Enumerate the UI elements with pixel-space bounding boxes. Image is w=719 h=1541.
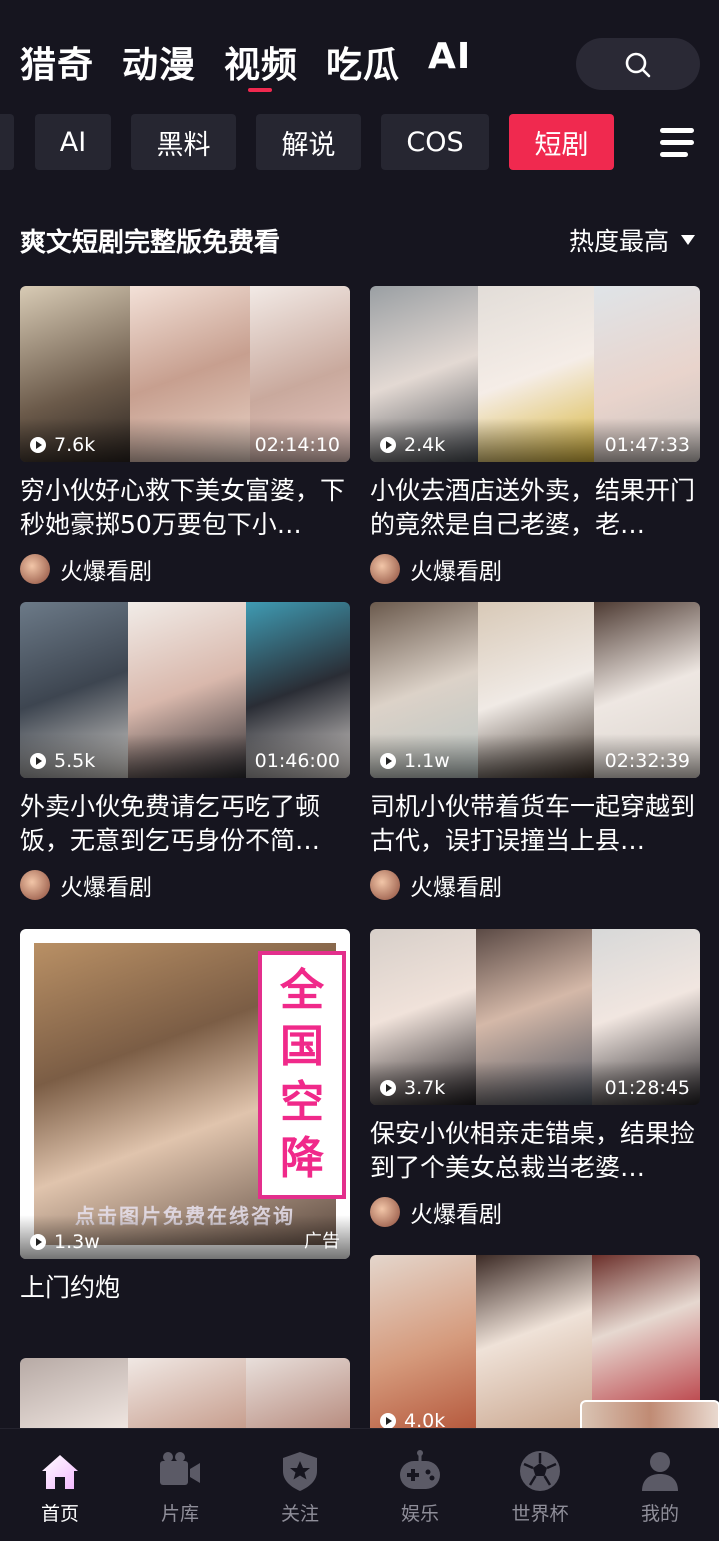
author-row[interactable]: 火爆看剧 xyxy=(20,868,350,902)
video-card[interactable]: 3.7k 01:28:45 保安小伙相亲走错桌，结果捡到了个美女总裁当老婆… 火… xyxy=(370,929,700,1229)
author-row[interactable]: 火爆看剧 xyxy=(370,1195,700,1229)
view-count: 2.4k xyxy=(380,434,445,456)
avatar xyxy=(370,554,400,584)
tab-lieqi[interactable]: 猎奇 xyxy=(20,36,94,88)
section-title: 爽文短剧完整版免费看 xyxy=(20,228,281,258)
video-duration: 02:32:39 xyxy=(604,750,690,772)
view-count: 5.5k xyxy=(30,750,95,772)
shield-star-icon xyxy=(283,1452,317,1491)
ad-label: 广告 xyxy=(304,1231,340,1252)
nav-world-cup[interactable]: 世界杯 xyxy=(480,1429,600,1541)
view-count: 3.7k xyxy=(380,1077,445,1099)
nav-follow[interactable]: 关注 xyxy=(240,1429,360,1541)
nav-library[interactable]: 片库 xyxy=(120,1429,240,1541)
tab-chigua[interactable]: 吃瓜 xyxy=(326,36,400,88)
video-card[interactable]: 2.4k 01:47:33 小伙去酒店送外卖，结果开门的竟然是自己老婆，老… 火… xyxy=(370,286,700,586)
video-thumbnail[interactable] xyxy=(20,1358,350,1428)
active-tab-indicator xyxy=(248,88,272,92)
tab-shipin[interactable]: 视频 xyxy=(224,36,298,88)
tab-dongman[interactable]: 动漫 xyxy=(122,36,196,88)
play-icon xyxy=(380,1413,396,1428)
tab-ai[interactable]: AI xyxy=(428,36,471,77)
video-duration: 02:14:10 xyxy=(254,434,340,456)
user-icon xyxy=(642,1452,678,1491)
play-icon xyxy=(380,753,396,769)
view-count: 7.6k xyxy=(30,434,95,456)
sort-label: 热度最高 xyxy=(568,227,669,256)
bottom-nav: 首页 片库 关注 娱乐 世界杯 我的 xyxy=(0,1428,719,1541)
play-icon xyxy=(30,437,46,453)
author-name: 火爆看剧 xyxy=(60,875,152,901)
category-chip-jieshuo[interactable]: 解说 xyxy=(256,114,361,170)
video-thumbnail[interactable]: 7.6k 02:14:10 xyxy=(20,286,350,462)
category-chip-heiliao[interactable]: 黑料 xyxy=(131,114,236,170)
ad-title[interactable]: 上门约炮 xyxy=(20,1271,350,1305)
video-duration: 01:46:00 xyxy=(254,750,340,772)
video-thumbnail[interactable]: 3.7k 01:28:45 xyxy=(370,929,700,1105)
search-icon xyxy=(625,52,651,78)
video-thumbnail[interactable]: 2.4k 01:47:33 xyxy=(370,286,700,462)
view-count: 1.3w xyxy=(30,1231,100,1253)
sort-dropdown[interactable]: 热度最高 xyxy=(569,222,695,258)
video-title[interactable]: 小伙去酒店送外卖，结果开门的竟然是自己老婆，老… xyxy=(370,474,700,542)
author-name: 火爆看剧 xyxy=(60,559,152,585)
play-icon xyxy=(380,437,396,453)
category-chip-cos[interactable]: COS xyxy=(381,114,489,170)
avatar xyxy=(370,1197,400,1227)
video-title[interactable]: 保安小伙相亲走错桌，结果捡到了个美女总裁当老婆… xyxy=(370,1117,700,1185)
home-icon xyxy=(42,1455,78,1489)
author-row[interactable]: 火爆看剧 xyxy=(20,552,350,586)
author-name: 火爆看剧 xyxy=(410,875,502,901)
author-name: 火爆看剧 xyxy=(410,1202,502,1228)
nav-home[interactable]: 首页 xyxy=(0,1429,120,1541)
search-button[interactable] xyxy=(576,38,700,90)
play-icon xyxy=(30,1234,46,1250)
video-card[interactable] xyxy=(20,1358,350,1428)
play-icon xyxy=(380,1080,396,1096)
avatar xyxy=(370,870,400,900)
video-card[interactable]: 7.6k 02:14:10 穷小伙好心救下美女富婆，下秒她豪掷50万要包下小… … xyxy=(20,286,350,586)
ad-banner-vertical: 全 国 空 降 xyxy=(258,951,346,1199)
video-thumbnail[interactable]: 5.5k 01:46:00 xyxy=(20,602,350,778)
category-chip-ai[interactable]: AI xyxy=(35,114,111,170)
video-card[interactable]: 5.5k 01:46:00 外卖小伙免费请乞丐吃了顿饭，无意到乞丐身份不简… 火… xyxy=(20,602,350,902)
video-title[interactable]: 穷小伙好心救下美女富婆，下秒她豪掷50万要包下小… xyxy=(20,474,350,542)
video-thumbnail[interactable]: 1.1w 02:32:39 xyxy=(370,602,700,778)
video-title[interactable]: 司机小伙带着货车一起穿越到古代，误打误撞当上县… xyxy=(370,790,700,858)
author-row[interactable]: 火爆看剧 xyxy=(370,868,700,902)
nav-profile[interactable]: 我的 xyxy=(600,1429,719,1541)
view-count: 4.0k xyxy=(380,1410,445,1428)
author-row[interactable]: 火爆看剧 xyxy=(370,552,700,586)
video-title[interactable]: 外卖小伙免费请乞丐吃了顿饭，无意到乞丐身份不简… xyxy=(20,790,350,858)
top-tab-bar: 猎奇 动漫 视频 吃瓜 AI xyxy=(0,0,719,100)
video-camera-icon xyxy=(160,1452,200,1485)
play-icon xyxy=(30,753,46,769)
ad-card[interactable]: 全 国 空 降 点击图片免费在线咨询 1.3w 广告 上门约炮 xyxy=(20,929,350,1305)
gamepad-icon xyxy=(400,1450,440,1489)
ad-thumbnail[interactable]: 全 国 空 降 点击图片免费在线咨询 1.3w 广告 xyxy=(20,929,350,1259)
nav-entertainment[interactable]: 娱乐 xyxy=(360,1429,480,1541)
author-name: 火爆看剧 xyxy=(410,559,502,585)
avatar xyxy=(20,870,50,900)
view-count: 1.1w xyxy=(380,750,450,772)
soccer-ball-icon xyxy=(520,1451,560,1491)
video-card[interactable]: 1.1w 02:32:39 司机小伙带着货车一起穿越到古代，误打误撞当上县… 火… xyxy=(370,602,700,902)
video-duration: 01:47:33 xyxy=(604,434,690,456)
caret-down-icon xyxy=(681,235,695,245)
category-chip-partial[interactable] xyxy=(0,114,14,170)
menu-icon[interactable] xyxy=(660,126,694,160)
video-duration: 01:28:45 xyxy=(604,1077,690,1099)
category-chip-duanju[interactable]: 短剧 xyxy=(509,114,614,170)
avatar xyxy=(20,554,50,584)
